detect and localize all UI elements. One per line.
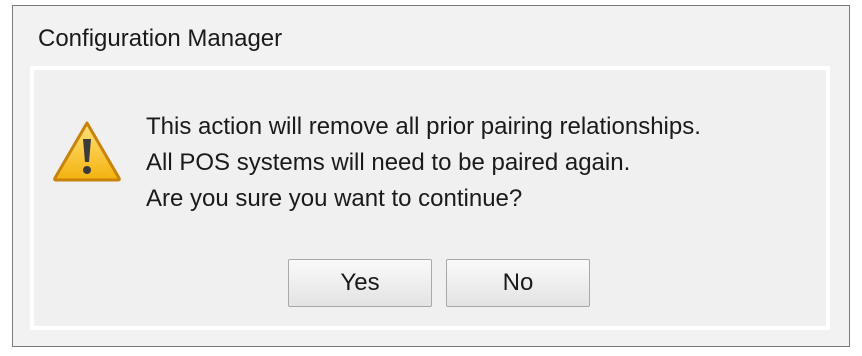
message-line: This action will remove all prior pairin…: [146, 113, 701, 140]
no-button[interactable]: No: [446, 259, 590, 307]
dialog-title: Configuration Manager: [38, 25, 283, 52]
confirmation-dialog: Configuration Manager This action will r…: [12, 5, 850, 347]
message-line: Are you sure you want to continue?: [146, 185, 523, 212]
dialog-content: This action will remove all prior pairin…: [30, 66, 830, 330]
yes-button[interactable]: Yes: [288, 259, 432, 307]
dialog-message: This action will remove all prior pairin…: [146, 109, 701, 217]
message-line: All POS systems will need to be paired a…: [146, 149, 631, 176]
warning-icon: [53, 121, 121, 182]
